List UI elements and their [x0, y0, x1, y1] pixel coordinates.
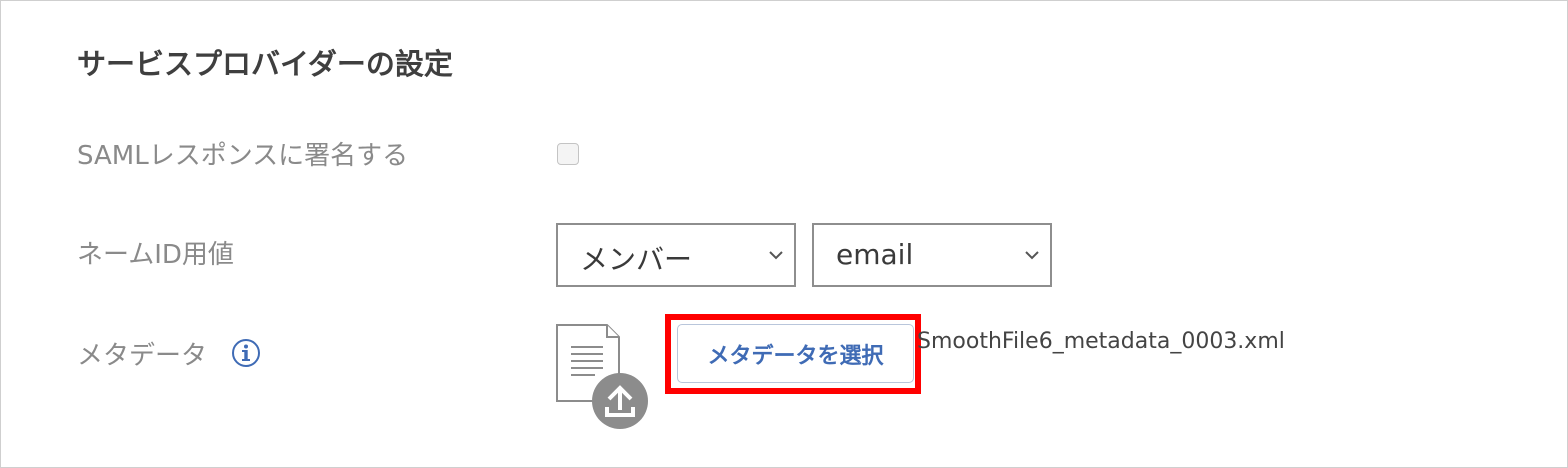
name-id-field-value: email — [836, 238, 914, 271]
service-provider-settings-panel: サービスプロバイダーの設定 SAMLレスポンスに署名する ネームID用値 メンバ… — [0, 0, 1568, 468]
select-metadata-button[interactable]: メタデータを選択 — [677, 324, 914, 383]
section-title: サービスプロバイダーの設定 — [77, 47, 453, 81]
metadata-label: メタデータ — [77, 341, 208, 371]
name-id-field-select[interactable]: email — [812, 223, 1052, 287]
name-id-source-value: メンバー — [580, 243, 693, 276]
name-id-label: ネームID用値 — [77, 240, 234, 270]
chevron-down-icon — [769, 251, 783, 260]
document-upload-icon — [556, 324, 648, 429]
metadata-file-name: SmoothFile6_metadata_0003.xml — [917, 329, 1285, 354]
info-circle-icon[interactable] — [231, 338, 261, 368]
saml-sign-checkbox[interactable] — [557, 143, 579, 165]
saml-sign-label: SAMLレスポンスに署名する — [77, 141, 409, 171]
upload-icon — [592, 373, 648, 429]
name-id-source-select[interactable]: メンバー — [556, 223, 796, 287]
chevron-down-icon — [1025, 251, 1039, 260]
